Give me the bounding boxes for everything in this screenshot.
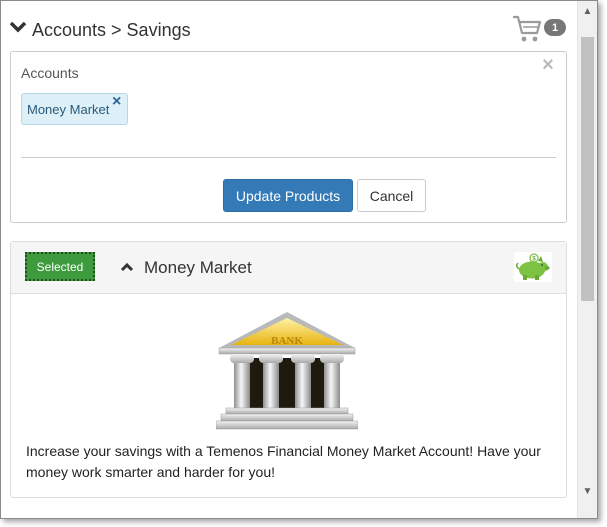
piggy-bank-icon: $ (514, 252, 552, 282)
update-products-button[interactable]: Update Products (223, 179, 353, 212)
scroll-up-icon[interactable]: ▲ (578, 3, 597, 20)
cart-count-badge: 1 (544, 19, 566, 36)
scrollbar-thumb[interactable] (581, 37, 594, 301)
chevron-up-icon[interactable] (120, 262, 134, 272)
close-icon[interactable]: × (540, 55, 556, 75)
page-header: Accounts > Savings 1 (9, 14, 569, 48)
product-card-header[interactable]: Selected Money Market $ (11, 242, 566, 294)
bank-sign: BANK (271, 335, 303, 347)
account-tag-label: Money Market (27, 102, 110, 117)
account-tag-money-market: Money Market × (21, 93, 128, 125)
product-card: Selected Money Market $ BANK Increase yo… (10, 241, 567, 498)
bank-building-icon: BANK (216, 312, 358, 430)
selected-badge[interactable]: Selected (25, 252, 95, 281)
divider (21, 157, 556, 158)
product-title: Money Market (144, 258, 252, 277)
remove-tag-icon[interactable]: × (112, 94, 126, 110)
accounts-filter-panel: Accounts × Money Market × Update Product… (10, 51, 567, 223)
cancel-button[interactable]: Cancel (357, 179, 426, 212)
accounts-label: Accounts (21, 65, 79, 81)
app-window: Accounts > Savings 1 Accounts × Money Ma… (0, 0, 598, 519)
cart-icon[interactable] (512, 14, 542, 44)
vertical-scrollbar[interactable]: ▲ ▼ (577, 1, 597, 518)
breadcrumb: Accounts > Savings (32, 20, 191, 40)
chevron-down-icon[interactable] (9, 20, 27, 34)
product-description: Increase your savings with a Temenos Fin… (26, 443, 541, 480)
scroll-down-icon[interactable]: ▼ (578, 483, 597, 500)
